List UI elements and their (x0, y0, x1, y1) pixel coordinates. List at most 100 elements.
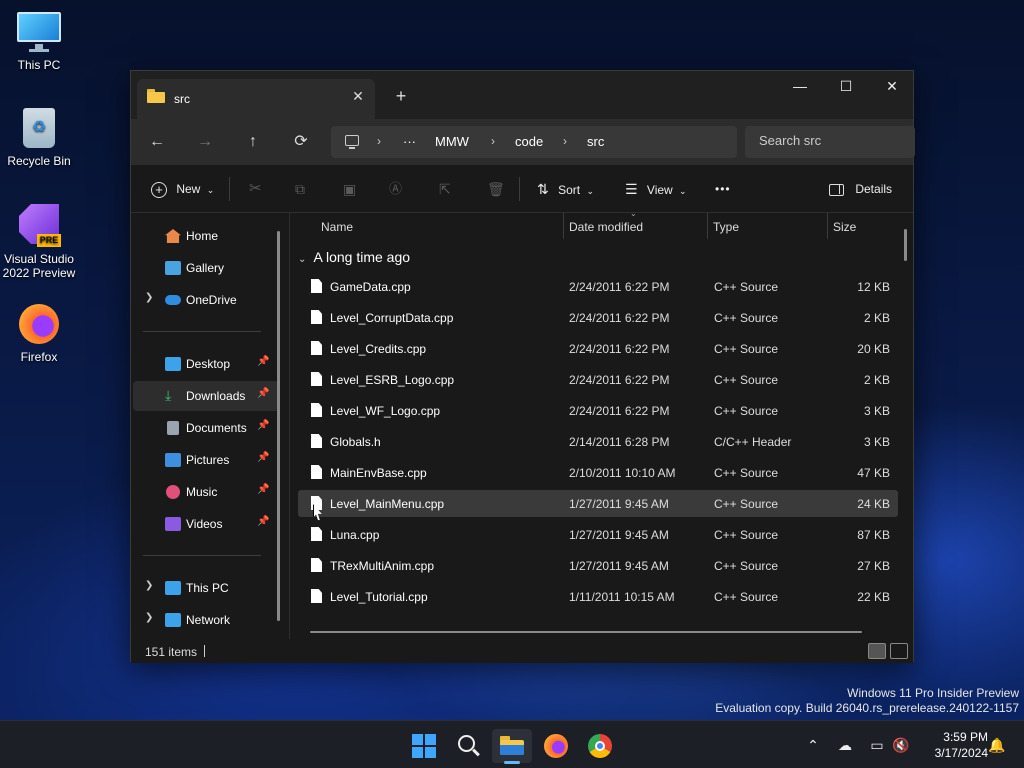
pin-icon[interactable]: 📌 (257, 452, 269, 463)
more-options-button[interactable]: ••• (715, 177, 731, 201)
desktop-icon-firefox[interactable]: Firefox (0, 302, 78, 364)
desktop-icon-label: Visual Studio 2022 Preview (2, 252, 76, 280)
sidebar-scrollbar[interactable] (277, 231, 280, 621)
item-count: 151 items (145, 645, 198, 659)
column-header-type[interactable]: Type (713, 213, 739, 241)
system-clock[interactable]: 3:59 PM 3/17/2024 (918, 729, 988, 761)
file-type: C++ Source (714, 404, 779, 418)
chrome-icon-center (595, 741, 605, 751)
paste-icon[interactable]: ▣ (343, 177, 356, 201)
copy-icon[interactable]: ⧉ (295, 177, 305, 201)
table-row[interactable]: Level_WF_Logo.cpp 2/24/2011 6:22 PM C++ … (298, 397, 898, 424)
column-header-name[interactable]: Name (321, 213, 353, 241)
desktop-icon-label: Recycle Bin (7, 154, 71, 168)
taskbar-chrome[interactable] (580, 729, 620, 763)
address-bar[interactable]: › ··· MMW › code › src (331, 126, 737, 158)
table-row[interactable]: Level_Tutorial.cpp 1/11/2011 10:15 AM C+… (298, 583, 898, 610)
taskbar-firefox[interactable] (536, 729, 576, 763)
cloud-icon (165, 295, 181, 305)
column-divider[interactable] (827, 213, 828, 239)
view-button[interactable]: ☰ View ⌄ (625, 177, 687, 201)
sidebar-item-downloads[interactable]: ⤓ Downloads 📌 (133, 381, 279, 411)
folder-icon (147, 89, 165, 103)
onedrive-cloud-icon[interactable]: ☁ (836, 736, 854, 754)
breadcrumb-code[interactable]: code (515, 134, 543, 149)
column-divider[interactable] (707, 213, 708, 239)
table-row[interactable]: GameData.cpp 2/24/2011 6:22 PM C++ Sourc… (298, 273, 898, 300)
taskbar-file-explorer[interactable] (492, 729, 532, 764)
up-button[interactable]: ↑ (237, 127, 269, 157)
pin-icon[interactable]: 📌 (257, 420, 269, 431)
forward-button[interactable]: → (189, 127, 221, 157)
table-row[interactable]: MainEnvBase.cpp 2/10/2011 10:10 AM C++ S… (298, 459, 898, 486)
file-size: 3 KB (863, 435, 890, 449)
column-header-size[interactable]: Size (833, 213, 856, 241)
file-type: C++ Source (714, 559, 779, 573)
table-row[interactable]: Level_Credits.cpp 2/24/2011 6:22 PM C++ … (298, 335, 898, 362)
minimize-button[interactable]: — (777, 71, 823, 103)
delete-icon[interactable]: 🗑 (487, 177, 505, 201)
sidebar-item-home[interactable]: Home (133, 221, 279, 251)
new-tab-button[interactable]: + (389, 85, 413, 109)
refresh-button[interactable]: ⟳ (285, 127, 317, 157)
details-view-button[interactable] (868, 643, 886, 659)
tab-src[interactable]: src ✕ (137, 79, 375, 119)
sidebar-item-this-pc[interactable]: ❯ This PC (133, 573, 279, 603)
share-icon[interactable]: ⇱ (439, 177, 451, 201)
table-row[interactable]: Level_ESRB_Logo.cpp 2/24/2011 6:22 PM C+… (298, 366, 898, 393)
chevron-right-icon[interactable]: ❯ (145, 580, 153, 591)
search-button[interactable] (448, 729, 488, 763)
breadcrumb-more[interactable]: ··· (403, 134, 416, 149)
file-name: MainEnvBase.cpp (330, 466, 427, 480)
sidebar-item-network[interactable]: ❯ Network (133, 605, 279, 635)
table-row[interactable]: TRexMultiAnim.cpp 1/27/2011 9:45 AM C++ … (298, 552, 898, 579)
file-size: 47 KB (857, 466, 890, 480)
cut-icon[interactable]: ✂ (249, 177, 262, 201)
breadcrumb-src[interactable]: src (587, 134, 604, 149)
horizontal-scrollbar[interactable] (310, 631, 862, 633)
sidebar-item-documents[interactable]: Documents 📌 (133, 413, 279, 443)
close-tab-icon[interactable]: ✕ (349, 87, 367, 105)
file-icon (311, 589, 322, 603)
pin-icon[interactable]: 📌 (257, 484, 269, 495)
details-pane-button[interactable]: Details (829, 177, 892, 201)
pin-icon[interactable]: 📌 (257, 356, 269, 367)
notification-bell-icon[interactable]: 🔔 (988, 736, 1006, 754)
pin-icon[interactable]: 📌 (257, 388, 269, 399)
table-row[interactable]: Luna.cpp 1/27/2011 9:45 AM C++ Source 87… (298, 521, 898, 548)
start-button[interactable] (404, 729, 444, 763)
maximize-button[interactable]: ☐ (823, 71, 869, 103)
search-input[interactable] (759, 133, 909, 148)
desktop-icon-recycle-bin[interactable]: ♻ Recycle Bin (0, 106, 78, 168)
chevron-right-icon[interactable]: ❯ (145, 612, 153, 623)
sidebar-item-onedrive[interactable]: ❯ OneDrive (133, 285, 279, 315)
file-date: 2/14/2011 6:28 PM (569, 435, 670, 449)
table-row[interactable]: Level_MainMenu.cpp 1/27/2011 9:45 AM C++… (298, 490, 898, 517)
file-list-scrollbar[interactable] (904, 229, 907, 261)
desktop-icon-this-pc[interactable]: This PC (0, 10, 78, 72)
sidebar-item-pictures[interactable]: Pictures 📌 (133, 445, 279, 475)
close-window-button[interactable]: ✕ (869, 71, 915, 103)
back-button[interactable]: ← (141, 127, 173, 157)
sidebar-item-gallery[interactable]: Gallery (133, 253, 279, 283)
volume-muted-icon[interactable]: 🔇 (892, 736, 910, 754)
new-button[interactable]: + New ⌄ (151, 177, 214, 201)
search-box[interactable] (745, 126, 915, 158)
pin-icon[interactable]: 📌 (257, 516, 269, 527)
tiles-view-button[interactable] (890, 643, 908, 659)
table-row[interactable]: Globals.h 2/14/2011 6:28 PM C/C++ Header… (298, 428, 898, 455)
column-divider[interactable] (563, 213, 564, 239)
network-status-icon[interactable]: ▭ (868, 736, 886, 754)
sidebar-item-music[interactable]: Music 📌 (133, 477, 279, 507)
chevron-right-icon[interactable]: ❯ (145, 292, 153, 303)
desktop-icon-visual-studio[interactable]: PRE Visual Studio 2022 Preview (0, 204, 78, 280)
sidebar-item-videos[interactable]: Videos 📌 (133, 509, 279, 539)
sidebar-item-label: Home (186, 229, 219, 243)
rename-icon[interactable]: Ⓐ (389, 177, 402, 201)
sidebar-item-desktop[interactable]: Desktop 📌 (133, 349, 279, 379)
group-header[interactable]: ⌄ A long time ago (298, 249, 410, 265)
breadcrumb-mmw[interactable]: MMW (435, 134, 469, 149)
chevron-up-icon[interactable]: ⌃ (804, 736, 822, 754)
sort-button[interactable]: ⇅ Sort ⌄ (537, 177, 594, 201)
table-row[interactable]: Level_CorruptData.cpp 2/24/2011 6:22 PM … (298, 304, 898, 331)
